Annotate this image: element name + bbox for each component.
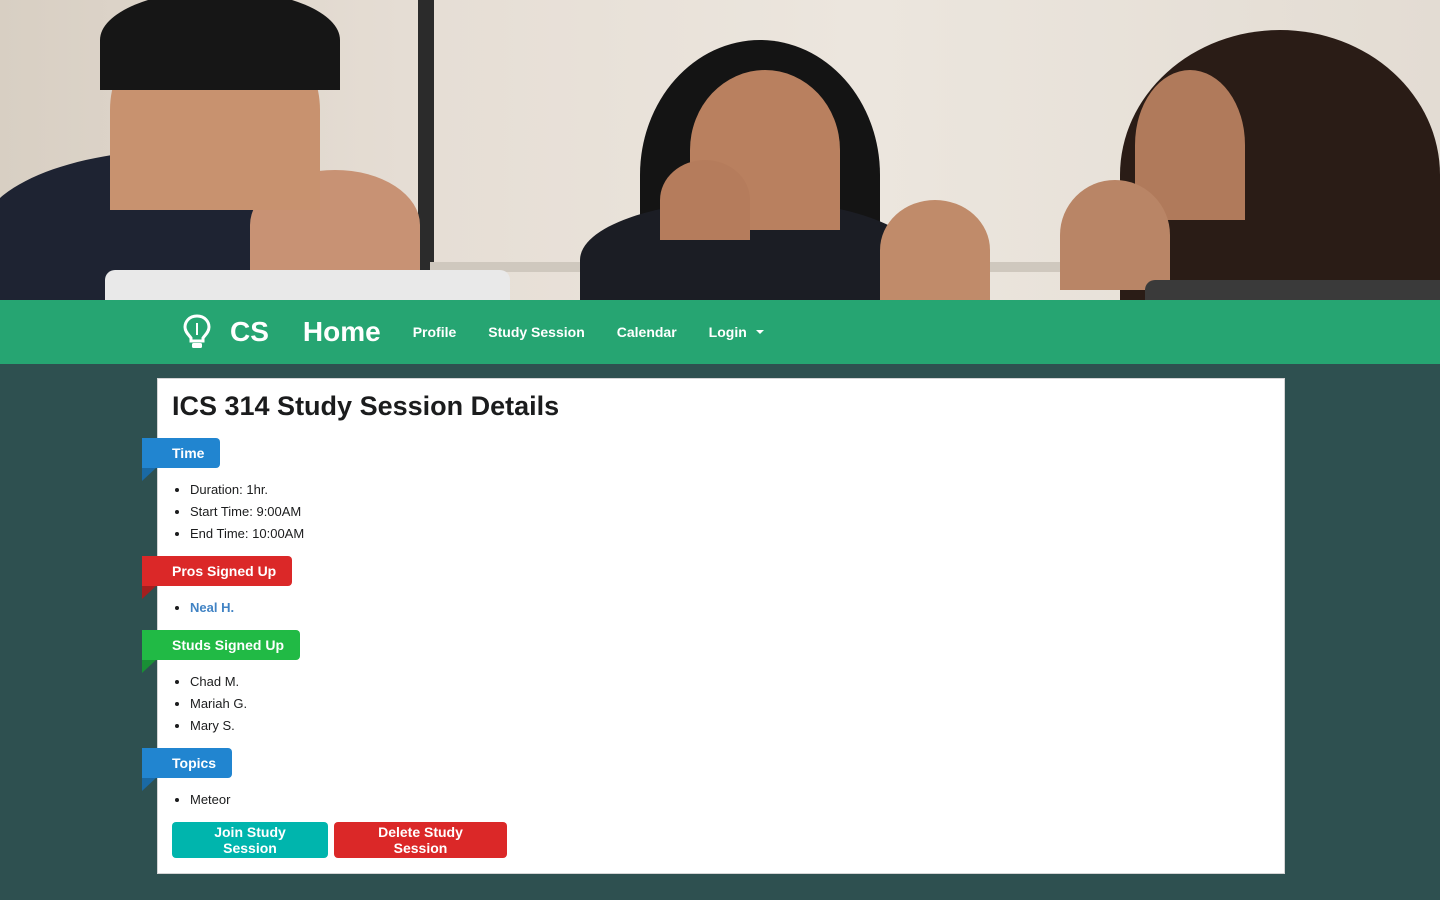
list-item: Start Time: 9:00AM <box>190 501 304 523</box>
list-item: Meteor <box>190 789 230 811</box>
top-navbar: CS Home Profile Study Session Calendar L… <box>0 300 1440 364</box>
list-item: Neal H. <box>190 597 234 619</box>
list-item: Chad M. <box>190 671 247 693</box>
nav-login-dropdown[interactable]: Login <box>709 324 764 340</box>
pros-ribbon-label: Pros Signed Up <box>142 556 293 599</box>
list-item: Mary S. <box>190 715 247 737</box>
topics-ribbon-label: Topics <box>142 748 233 791</box>
nav-study-session[interactable]: Study Session <box>488 324 584 340</box>
time-list: Duration: 1hr. Start Time: 9:00AM End Ti… <box>172 479 304 545</box>
nav-menu: CS Home Profile Study Session Calendar L… <box>172 300 796 364</box>
nav-login-label: Login <box>708 324 747 340</box>
nav-profile[interactable]: Profile <box>413 324 457 340</box>
list-item: Mariah G. <box>190 693 247 715</box>
time-ribbon-label: Time <box>142 438 221 481</box>
studs-list: Chad M. Mariah G. Mary S. <box>172 671 247 737</box>
delete-study-session-button[interactable]: Delete Study Session <box>334 822 507 858</box>
person-left-hair <box>100 0 340 90</box>
person-right-hand <box>1060 180 1170 290</box>
brand-name[interactable]: CS <box>230 316 269 348</box>
nav-calendar[interactable]: Calendar <box>617 324 677 340</box>
pros-list: Neal H. <box>172 597 234 619</box>
list-item: Duration: 1hr. <box>190 479 304 501</box>
chevron-down-icon <box>755 330 764 334</box>
session-details-card: ICS 314 Study Session Details Time Durat… <box>142 378 1285 874</box>
list-item: End Time: 10:00AM <box>190 523 304 545</box>
topics-list: Meteor <box>172 789 230 811</box>
whiteboard-edge <box>418 0 434 270</box>
person-right-hand-wave <box>880 200 990 300</box>
pro-link[interactable]: Neal H. <box>190 600 234 615</box>
studs-ribbon-label: Studs Signed Up <box>142 630 300 673</box>
nav-home[interactable]: Home <box>303 316 381 348</box>
person-middle-hand <box>660 160 750 240</box>
lightbulb-icon[interactable] <box>172 300 222 364</box>
laptop-right <box>1145 280 1440 300</box>
laptop-left <box>105 270 510 300</box>
join-study-session-button[interactable]: Join Study Session <box>172 822 328 858</box>
hero-photo <box>0 0 1440 300</box>
page-title: ICS 314 Study Session Details <box>172 391 560 421</box>
